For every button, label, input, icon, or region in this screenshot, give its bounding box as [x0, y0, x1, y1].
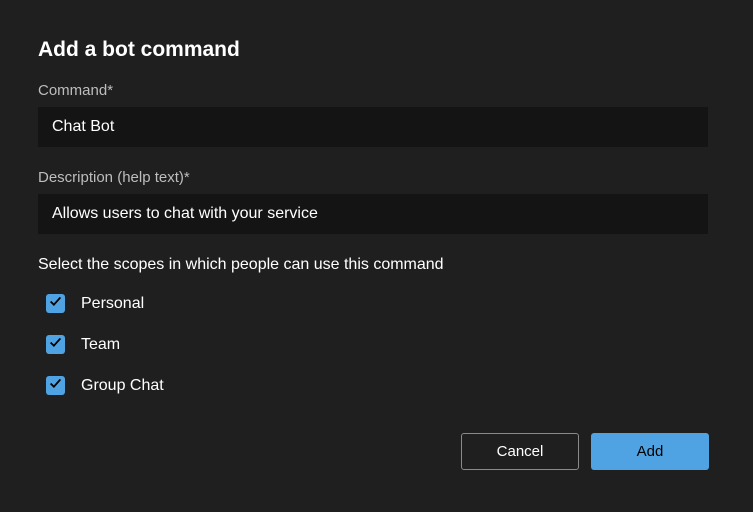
scope-row-team: Team: [38, 335, 715, 354]
dialog-button-row: Cancel Add: [461, 433, 709, 470]
personal-label: Personal: [81, 295, 144, 313]
check-icon: [49, 336, 62, 354]
personal-checkbox[interactable]: [46, 294, 65, 313]
dialog-title: Add a bot command: [38, 38, 715, 62]
check-icon: [49, 377, 62, 395]
description-field-group: Description (help text)*: [38, 169, 715, 234]
group-chat-checkbox[interactable]: [46, 376, 65, 395]
group-chat-label: Group Chat: [81, 377, 164, 395]
cancel-button[interactable]: Cancel: [461, 433, 579, 470]
team-checkbox[interactable]: [46, 335, 65, 354]
team-label: Team: [81, 336, 120, 354]
description-input[interactable]: [38, 194, 708, 234]
scope-instruction: Select the scopes in which people can us…: [38, 256, 715, 274]
scope-row-group-chat: Group Chat: [38, 376, 715, 395]
command-input[interactable]: [38, 107, 708, 147]
scope-row-personal: Personal: [38, 294, 715, 313]
description-label: Description (help text)*: [38, 169, 715, 186]
add-button[interactable]: Add: [591, 433, 709, 470]
add-bot-command-dialog: Add a bot command Command* Description (…: [0, 0, 753, 395]
command-field-group: Command*: [38, 82, 715, 147]
check-icon: [49, 295, 62, 313]
command-label: Command*: [38, 82, 715, 99]
